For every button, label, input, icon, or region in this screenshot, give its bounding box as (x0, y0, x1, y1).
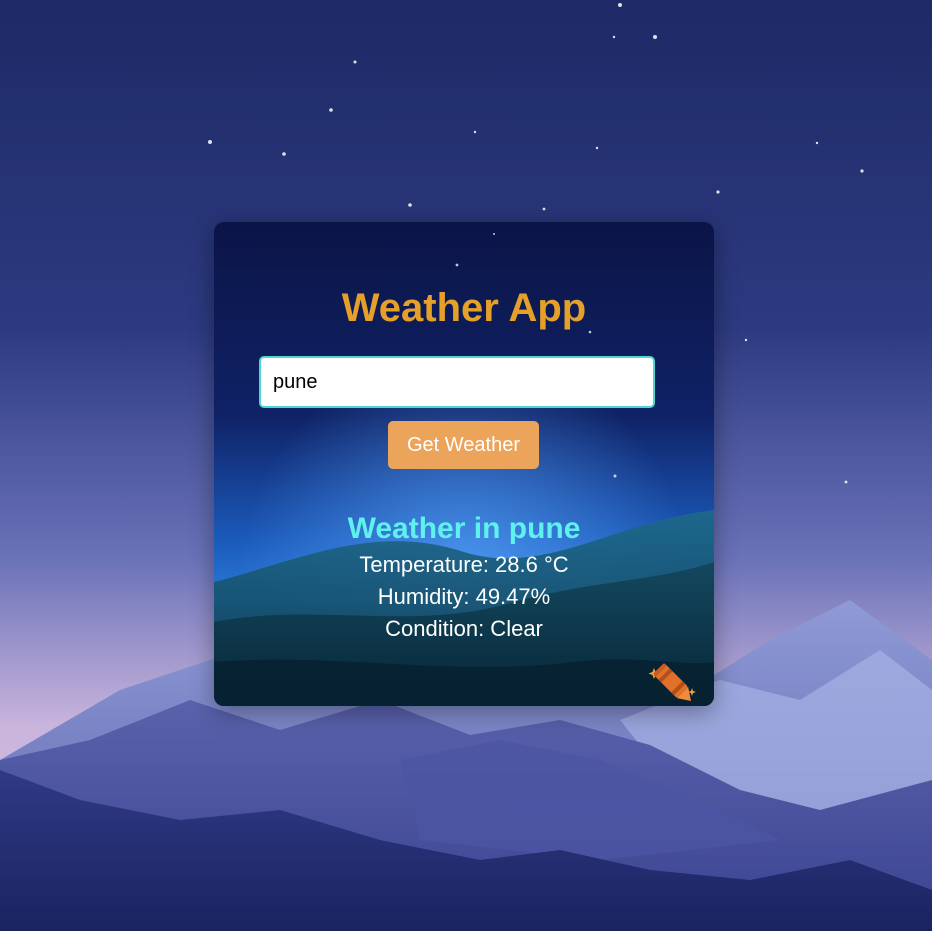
crayon-icon[interactable] (648, 658, 700, 706)
humidity-text: Humidity: 49.47% (377, 584, 551, 609)
city-search-input[interactable] (259, 356, 655, 408)
condition-text: Condition: Clear (385, 616, 543, 641)
weather-card: Weather App Get Weather Weather in pune … (214, 222, 714, 706)
get-weather-button[interactable]: Get Weather (388, 421, 539, 469)
app-title: Weather App (341, 286, 587, 330)
temperature-text: Temperature: 28.6 °C (359, 552, 569, 577)
result-heading: Weather in pune (347, 512, 581, 545)
